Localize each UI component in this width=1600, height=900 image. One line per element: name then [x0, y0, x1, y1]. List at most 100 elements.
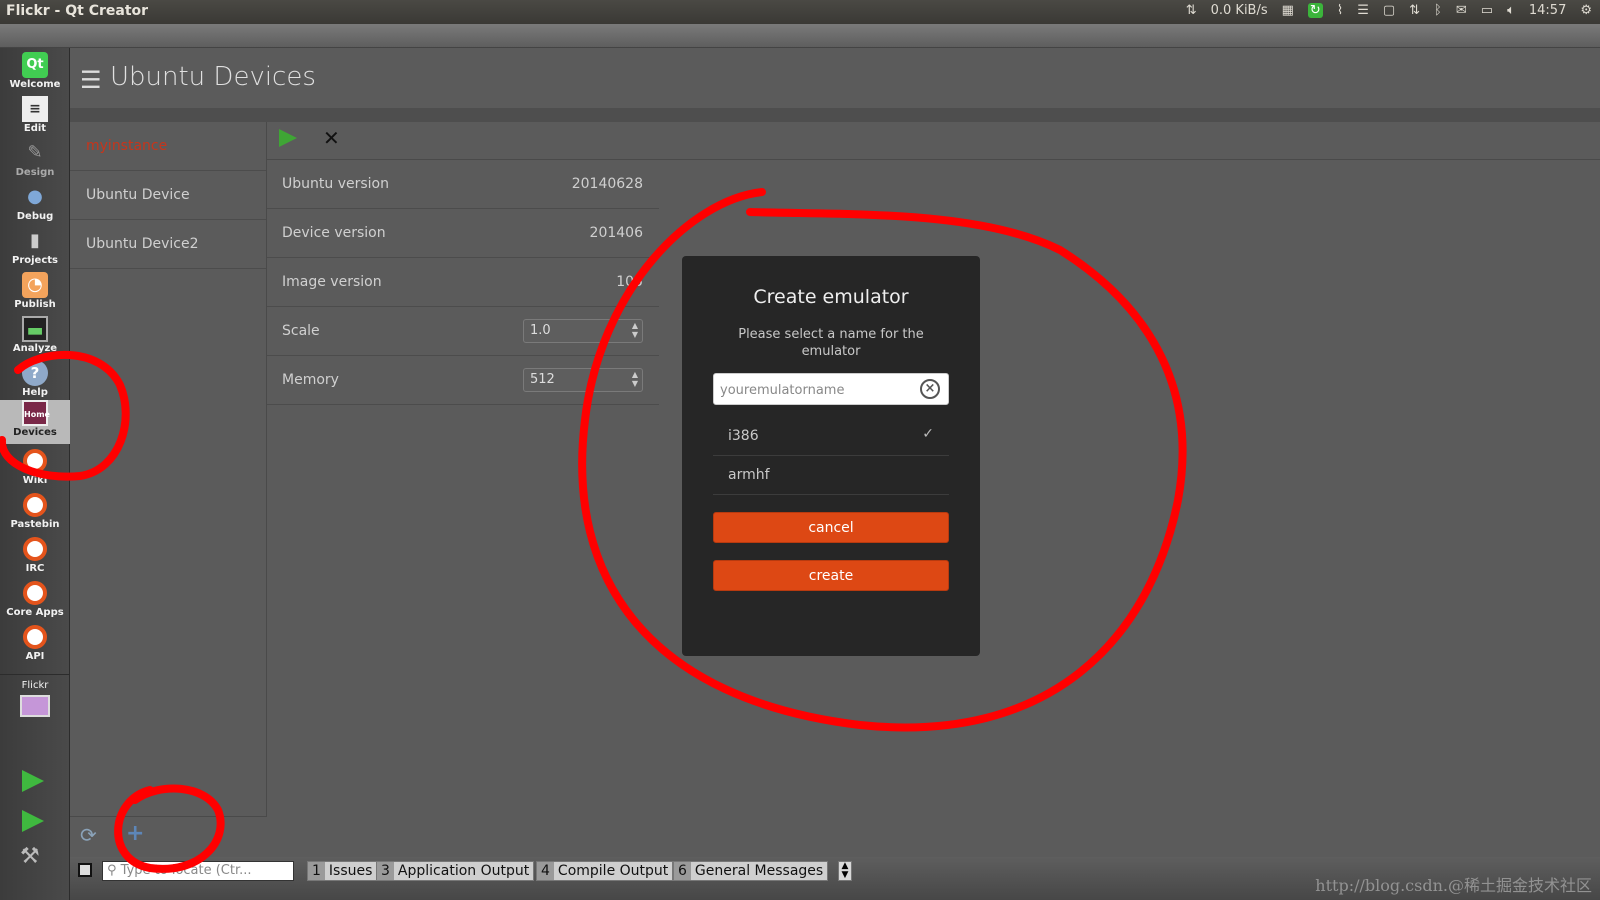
device-item-ubuntu-device2[interactable]: Ubuntu Device2 — [70, 220, 266, 269]
mode-analyze[interactable]: ▬ Analyze — [0, 316, 70, 360]
project-selector[interactable]: Flickr — [0, 680, 70, 724]
system-top-panel: Flickr - Qt Creator ⇅ 0.0 KiB/s ▦ ↻ ⌇ ☰ … — [0, 0, 1600, 24]
arch-option-i386[interactable]: i386 ✓ — [713, 417, 949, 456]
mode-label: Welcome — [9, 79, 61, 90]
mode-label: Devices — [13, 427, 57, 438]
mode-devices[interactable]: Home Devices — [0, 400, 70, 444]
tab-label: General Messages — [694, 863, 824, 879]
hamburger-menu-icon[interactable]: ☰ — [80, 66, 102, 94]
mode-label: Pastebin — [10, 519, 60, 530]
memory-label: Memory — [282, 372, 339, 388]
menu-list-icon[interactable]: ☰ — [1357, 3, 1369, 18]
tab-compile-output[interactable]: 4 Compile Output — [536, 861, 674, 881]
mode-wiki[interactable]: Wiki — [0, 448, 70, 492]
qt-logo-icon: Qt — [22, 52, 48, 78]
monitor-target-icon — [20, 695, 50, 717]
scale-row: Scale 1.0 ▲ ▼ — [267, 307, 659, 356]
analyze-monitor-icon: ▬ — [22, 316, 48, 342]
spin-arrows-icon[interactable]: ▲ ▼ — [632, 321, 638, 339]
design-pencil-icon: ✎ — [27, 142, 43, 163]
mode-welcome[interactable]: Qt Welcome — [0, 52, 70, 96]
mail-icon[interactable]: ✉ — [1456, 3, 1467, 18]
keyboard-icon[interactable]: ▦ — [1282, 3, 1294, 18]
debug-bug-icon: ● — [27, 186, 43, 207]
mode-debug[interactable]: ● Debug — [0, 184, 70, 228]
project-name: Flickr — [21, 680, 49, 691]
tab-application-output[interactable]: 3 Application Output — [376, 861, 535, 881]
ubuntu-icon — [23, 625, 47, 649]
mode-help[interactable]: ? Help — [0, 360, 70, 404]
mode-selector: Qt Welcome ≡ Edit ✎ Design ● Debug ▮ Pro… — [0, 48, 70, 900]
tab-number: 1 — [308, 862, 325, 880]
device-toolbar: ✕ — [267, 122, 1600, 160]
bluetooth-icon[interactable]: ᛒ — [1434, 3, 1442, 18]
mode-edit[interactable]: ≡ Edit — [0, 96, 70, 140]
publish-icon: ◔ — [22, 272, 48, 298]
image-version-label: Image version — [282, 274, 382, 290]
tab-label: Application Output — [397, 863, 530, 879]
mode-irc[interactable]: IRC — [0, 536, 70, 580]
build-hammer-icon[interactable]: ⚒ — [20, 844, 40, 869]
memory-value: 512 — [530, 372, 555, 387]
arch-option-label: armhf — [728, 467, 770, 483]
tab-number: 4 — [537, 862, 554, 880]
system-tray: ⇅ 0.0 KiB/s ▦ ↻ ⌇ ☰ ▢ ⇅ ᛒ ✉ ▭ 🔈︎ 14:57 ⚙ — [1186, 3, 1592, 18]
battery-icon[interactable]: ▭ — [1481, 3, 1493, 18]
sidebar-toggle-icon[interactable] — [78, 863, 92, 877]
cancel-button[interactable]: cancel — [713, 512, 949, 543]
mode-api[interactable]: API — [0, 624, 70, 668]
arch-option-armhf[interactable]: armhf — [713, 456, 949, 495]
more-tabs-icon[interactable]: ▲ ▼ — [838, 861, 852, 881]
settings-gear-icon[interactable]: ⚙ — [1580, 3, 1592, 18]
checkmark-icon: ✓ — [922, 426, 934, 442]
network-arrows-icon[interactable]: ⇅ — [1186, 3, 1197, 18]
create-button[interactable]: create — [713, 560, 949, 591]
transfer-icon[interactable]: ⇅ — [1409, 3, 1420, 18]
add-device-icon[interactable]: + — [126, 821, 144, 846]
clock[interactable]: 14:57 — [1529, 3, 1566, 18]
ubuntu-version-label: Ubuntu version — [282, 176, 389, 192]
page-header: ☰ Ubuntu Devices — [70, 48, 1600, 108]
attachment-icon[interactable]: ⌇ — [1337, 3, 1343, 18]
refresh-icon[interactable]: ⟳ — [80, 823, 97, 847]
mode-projects[interactable]: ▮ Projects — [0, 228, 70, 272]
mode-label: Publish — [14, 299, 56, 310]
tab-general-messages[interactable]: 6 General Messages — [673, 861, 829, 881]
image-version-value: 105 — [616, 274, 643, 290]
mode-core-apps[interactable]: Core Apps — [0, 580, 70, 624]
tablet-icon[interactable]: ▢ — [1383, 3, 1395, 18]
clear-input-icon[interactable]: × — [920, 379, 940, 399]
spin-arrows-icon[interactable]: ▲ ▼ — [632, 370, 638, 388]
ubuntu-version-row: Ubuntu version 20140628 — [267, 160, 659, 209]
mode-publish[interactable]: ◔ Publish — [0, 272, 70, 316]
debug-run-icon[interactable] — [22, 810, 44, 832]
ubuntu-icon — [23, 449, 47, 473]
locator-input[interactable]: ⚲ Type to locate (Ctr... — [102, 861, 294, 881]
update-icon[interactable]: ↻ — [1307, 3, 1323, 18]
ubuntu-version-value: 20140628 — [571, 176, 643, 192]
volume-icon[interactable]: 🔈︎ — [1507, 3, 1515, 18]
mode-pastebin[interactable]: Pastebin — [0, 492, 70, 536]
delete-device-icon[interactable]: ✕ — [323, 126, 340, 150]
title-strip — [0, 24, 1600, 48]
create-emulator-dialog: Create emulator Please select a name for… — [682, 256, 980, 656]
ubuntu-icon — [22, 448, 48, 474]
scale-label: Scale — [282, 323, 320, 339]
emulator-name-input[interactable] — [720, 380, 915, 400]
tab-issues[interactable]: 1 Issues — [307, 861, 378, 881]
start-device-icon[interactable] — [279, 129, 297, 147]
projects-wrench-icon: ▮ — [30, 230, 40, 251]
memory-spinbox[interactable]: 512 ▲ ▼ — [523, 368, 643, 392]
dialog-title: Create emulator — [753, 286, 909, 308]
run-icon[interactable] — [22, 770, 44, 792]
device-item-myinstance[interactable]: myinstance — [70, 122, 266, 171]
device-list-toolbar: ⟳ + — [70, 816, 267, 857]
mode-design[interactable]: ✎ Design — [0, 140, 70, 184]
ubuntu-icon — [22, 536, 48, 562]
emulator-name-field[interactable]: × — [713, 373, 949, 405]
scale-spinbox[interactable]: 1.0 ▲ ▼ — [523, 319, 643, 343]
mode-label: Edit — [23, 123, 47, 134]
ubuntu-icon — [23, 581, 47, 605]
device-item-ubuntu-device[interactable]: Ubuntu Device — [70, 171, 266, 220]
devices-icon: Home — [22, 400, 50, 426]
